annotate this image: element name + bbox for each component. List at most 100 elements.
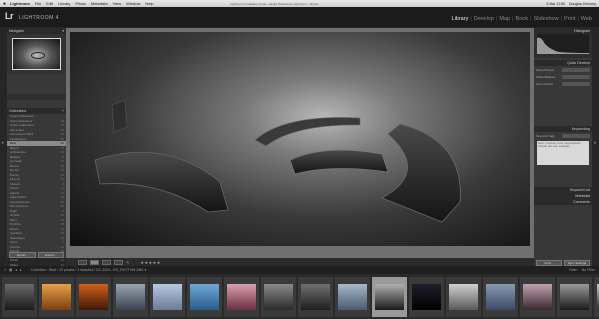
collection-name: Landscapes bbox=[10, 136, 27, 141]
filmstrip-cell[interactable] bbox=[39, 276, 74, 317]
filmstrip-thumbnail bbox=[264, 283, 293, 310]
menu-photo[interactable]: Photo bbox=[75, 1, 85, 6]
collection-count: 38 bbox=[60, 204, 64, 209]
filmstrip-cell[interactable] bbox=[446, 276, 481, 317]
module-web[interactable]: Web bbox=[581, 16, 592, 22]
collection-name: Best bbox=[10, 141, 17, 146]
filmstrip-cell[interactable] bbox=[261, 276, 296, 317]
page-number[interactable]: 1 bbox=[4, 268, 6, 272]
module-print[interactable]: Print bbox=[564, 16, 575, 22]
filmstrip-thumbnail bbox=[42, 283, 71, 310]
collection-name: Bridges bbox=[10, 154, 21, 159]
keywords-textarea[interactable]: bench, concrete, curve, long exposure, m… bbox=[537, 141, 589, 165]
filter-select[interactable]: No Filter bbox=[582, 268, 595, 272]
collection-count: 31 bbox=[60, 150, 64, 155]
menu-help[interactable]: Help bbox=[145, 1, 153, 6]
star-rating[interactable]: ★★★★★ bbox=[140, 260, 160, 265]
filmstrip-cell[interactable] bbox=[557, 276, 592, 317]
menu-window[interactable]: Window bbox=[126, 1, 140, 6]
filmstrip-cell[interactable] bbox=[594, 276, 599, 317]
navigator-preview[interactable] bbox=[7, 34, 66, 74]
lightroom-logo: Lr bbox=[5, 11, 14, 21]
filmstrip-source-path[interactable]: Collection : Best / 22 photos / 1 select… bbox=[31, 268, 147, 272]
keyword-tags-select[interactable] bbox=[562, 133, 590, 138]
menu-library[interactable]: Library bbox=[58, 1, 70, 6]
saved-preset-select[interactable] bbox=[562, 67, 590, 72]
filmstrip-thumbnail bbox=[116, 283, 145, 310]
filmstrip-cell[interactable] bbox=[483, 276, 518, 317]
collection-name: Architecture bbox=[10, 150, 27, 155]
auto-tone-button[interactable] bbox=[562, 81, 590, 86]
collection-name: Dorset bbox=[10, 168, 19, 173]
module-slideshow[interactable]: Slideshow bbox=[534, 16, 559, 22]
collection-name: Long Exposure bbox=[10, 199, 31, 204]
menu-view[interactable]: View bbox=[113, 1, 122, 6]
comments-label: Comments bbox=[573, 200, 590, 204]
collection-count: 19 bbox=[60, 168, 64, 173]
filmstrip-cell[interactable] bbox=[520, 276, 555, 317]
menu-metadata[interactable]: Metadata bbox=[91, 1, 108, 6]
left-panel-toggle-icon[interactable]: ◂ bbox=[1, 140, 4, 146]
forward-arrow-icon[interactable]: ▸ bbox=[20, 268, 22, 272]
export-button[interactable]: Export... bbox=[37, 252, 64, 258]
filmstrip-cell[interactable] bbox=[224, 276, 259, 317]
module-map[interactable]: Map bbox=[499, 16, 510, 22]
collection-name: Devon bbox=[10, 163, 19, 168]
module-library[interactable]: Library bbox=[452, 16, 469, 22]
grid-icon[interactable]: ▦ bbox=[9, 268, 12, 272]
module-book[interactable]: Book bbox=[516, 16, 529, 22]
collection-name: Portfolio bbox=[10, 222, 22, 227]
menu-lightroom[interactable]: Lightroom bbox=[10, 1, 30, 6]
filmstrip-cell[interactable] bbox=[335, 276, 370, 317]
import-button[interactable]: Import... bbox=[9, 252, 36, 258]
loupe-view-button[interactable] bbox=[90, 259, 99, 265]
filmstrip-cell[interactable] bbox=[372, 276, 407, 317]
catalog-panel-header[interactable] bbox=[7, 94, 66, 100]
filmstrip-cell[interactable] bbox=[187, 276, 222, 317]
collection-count: 11 bbox=[60, 186, 64, 191]
loupe-view[interactable] bbox=[66, 28, 534, 258]
filmstrip-thumbnail bbox=[153, 283, 182, 310]
comments-header[interactable]: Comments bbox=[534, 199, 592, 205]
filmstrip-cell[interactable] bbox=[409, 276, 444, 317]
module-picker: Library | Develop | Map | Book | Slidesh… bbox=[451, 16, 592, 22]
right-panel-toggle-icon[interactable]: ▸ bbox=[594, 140, 597, 146]
collection-count: 33 bbox=[60, 177, 64, 182]
menu-file[interactable]: File bbox=[35, 1, 41, 6]
filmstrip-cell[interactable] bbox=[76, 276, 111, 317]
filmstrip-cell[interactable] bbox=[150, 276, 185, 317]
collection-name: Flowers bbox=[10, 181, 21, 186]
collection-name: Piers bbox=[10, 217, 17, 222]
bench-left bbox=[94, 151, 229, 213]
menubar-status: 5 Mar 11:55 Douglas Chrinery bbox=[547, 2, 596, 6]
user-name[interactable]: Douglas Chrinery bbox=[569, 2, 596, 6]
filmstrip-cell[interactable] bbox=[2, 276, 37, 317]
photo-artwork bbox=[94, 99, 461, 223]
compare-view-button[interactable] bbox=[102, 259, 111, 265]
back-arrow-icon[interactable]: ◂ bbox=[15, 268, 17, 272]
module-develop[interactable]: Develop bbox=[474, 16, 494, 22]
collection-name: Smart Collections bbox=[10, 114, 34, 119]
collection-count: 24 bbox=[60, 123, 64, 128]
grid-view-button[interactable] bbox=[78, 259, 87, 265]
apple-menu-icon[interactable]: ● bbox=[3, 1, 6, 7]
collection-count: 13 bbox=[60, 244, 64, 249]
right-panel: Histogram Quick Develop Saved Preset Whi… bbox=[534, 28, 592, 266]
filmstrip-cell[interactable] bbox=[113, 276, 148, 317]
menu-edit[interactable]: Edit bbox=[46, 1, 53, 6]
histogram-graph bbox=[537, 34, 589, 54]
collection-count: 22 bbox=[60, 141, 64, 146]
main-photo[interactable] bbox=[70, 32, 530, 246]
left-panel: Navigator ▾ Collections + Smart Collecti… bbox=[7, 28, 66, 266]
collection-name: Rivers bbox=[10, 226, 19, 231]
histogram-label: Histogram bbox=[574, 29, 590, 33]
add-collection-icon[interactable]: + bbox=[62, 109, 64, 113]
survey-view-button[interactable] bbox=[114, 259, 123, 265]
filmstrip-cell[interactable] bbox=[298, 276, 333, 317]
painter-icon[interactable]: ✎ bbox=[126, 260, 129, 265]
white-balance-select[interactable] bbox=[562, 74, 590, 79]
bench-center bbox=[289, 149, 389, 175]
collection-name: Fine Art bbox=[10, 177, 21, 182]
keywording-label: Keywording bbox=[571, 127, 590, 131]
quick-develop-label: Quick Develop bbox=[567, 61, 590, 65]
